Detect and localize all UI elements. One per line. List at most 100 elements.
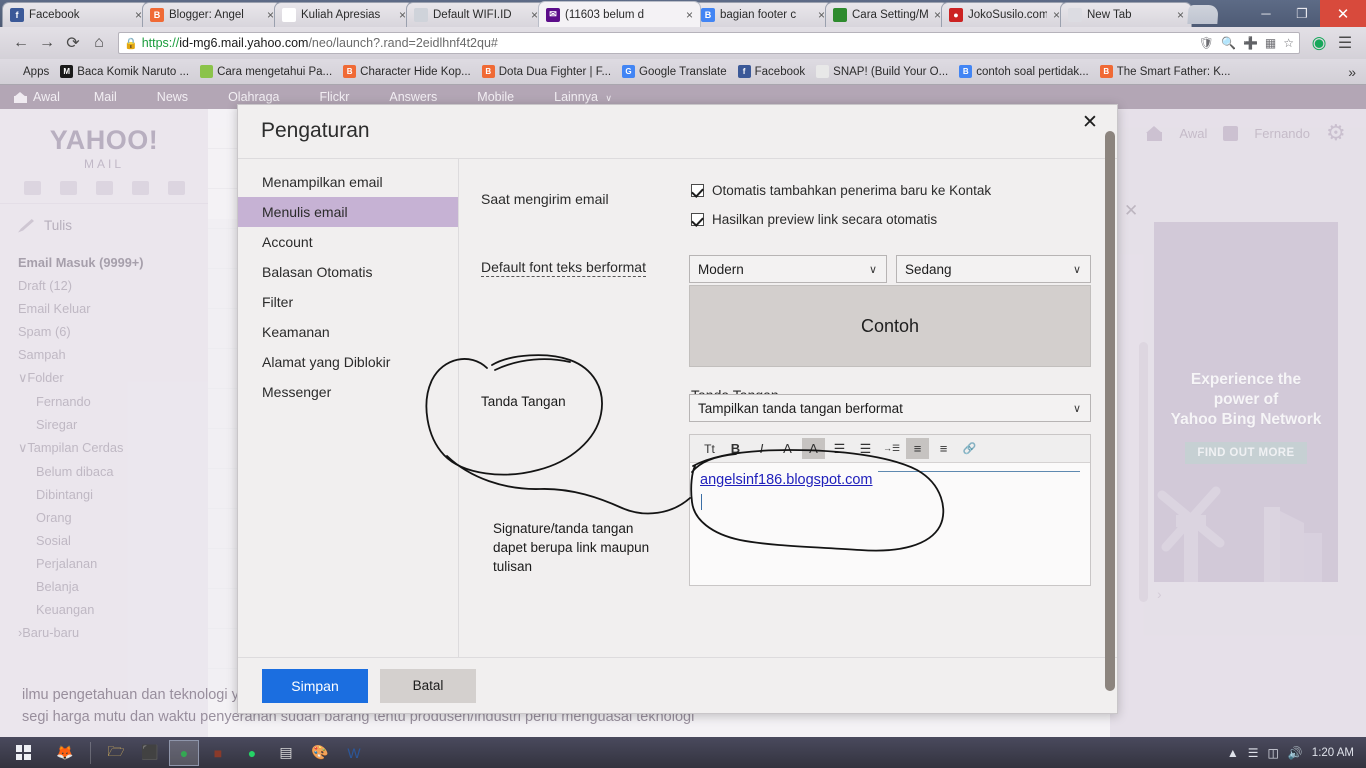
dialog-nav-item[interactable]: Keamanan <box>238 317 458 347</box>
dialog-nav-item[interactable]: Menulis email <box>238 197 458 227</box>
translate-icon[interactable]: ▦ <box>1265 36 1276 50</box>
yahoo-nav-flickr[interactable]: Flickr <box>320 90 350 104</box>
bookmark-item[interactable]: M Baca Komik Naruto ... <box>60 65 189 78</box>
dialog-nav-item[interactable]: Filter <box>238 287 458 317</box>
tray-expand-icon[interactable]: ▲ <box>1227 746 1239 760</box>
browser-tab[interactable]: Default WIFI.ID × <box>406 2 546 27</box>
checkbox-box[interactable] <box>691 213 704 226</box>
bookmark-item[interactable]: f Facebook <box>737 65 805 78</box>
shield-icon[interactable]: 🛡 <box>1199 36 1214 50</box>
plus-circle-icon[interactable]: ➕ <box>1243 36 1258 50</box>
word-icon[interactable]: W <box>339 740 369 766</box>
font-family-select[interactable]: Modern ∨ <box>689 255 887 283</box>
checkbox-link-preview[interactable]: Hasilkan preview link secara otomatis <box>691 212 991 227</box>
bookmark-item[interactable]: B The Smart Father: K... <box>1099 65 1231 78</box>
paint-icon[interactable]: 🎨 <box>305 740 335 766</box>
browser-tab[interactable]: New Tab × <box>1060 2 1192 27</box>
user-bar-home-label[interactable]: Awal <box>1179 126 1207 141</box>
indent-icon[interactable]: →☰ <box>880 438 903 459</box>
browser-tab[interactable]: Bbagian footer c × <box>693 2 833 27</box>
firefox-icon[interactable]: 🦊 <box>50 740 80 766</box>
sidebar-folder-item[interactable]: ›Baru-baru <box>18 621 208 644</box>
sidebar-folder-item[interactable]: Email Keluar <box>18 297 208 320</box>
italic-icon[interactable]: I <box>750 438 773 459</box>
numbered-list-icon[interactable]: ☰ <box>854 438 877 459</box>
ad-cta-button[interactable]: FIND OUT MORE <box>1185 442 1307 464</box>
calendar-icon[interactable] <box>95 181 113 195</box>
media-player-icon[interactable]: ■ <box>203 740 233 766</box>
align-center-icon[interactable]: ≡ <box>932 438 955 459</box>
sidebar-folder-item[interactable]: Orang <box>18 506 208 529</box>
avatar[interactable] <box>1223 125 1239 141</box>
messenger-icon[interactable] <box>131 181 149 195</box>
clock[interactable]: 1:20 AM <box>1312 747 1354 759</box>
close-icon[interactable]: ✕ <box>1079 111 1101 133</box>
dialog-scrollbar[interactable] <box>1105 109 1115 705</box>
signature-mode-select[interactable]: Tampilkan tanda tangan berformat ∨ <box>689 394 1091 422</box>
maximize-button[interactable]: ❐ <box>1284 3 1320 25</box>
new-tab-button[interactable] <box>1187 5 1219 24</box>
bookmark-apps[interactable]: Apps <box>6 65 49 78</box>
bookmark-item[interactable]: G Google Translate <box>622 65 727 78</box>
cancel-button[interactable]: Batal <box>380 668 476 703</box>
bookmark-item[interactable]: Cara mengetahui Pa... <box>200 65 332 78</box>
yahoo-nav-awal[interactable]: Awal <box>14 90 60 104</box>
sidebar-folder-item[interactable]: ∨Tampilan Cerdas <box>18 436 208 460</box>
browser-tab[interactable]: ● JokoSusilo.com × <box>941 2 1068 27</box>
bookmarks-overflow-icon[interactable]: » <box>1348 64 1360 80</box>
dialog-nav-item[interactable]: Account <box>238 227 458 257</box>
sidebar-folder-item[interactable]: Draft (12) <box>18 274 208 297</box>
sidebar-folder-item[interactable]: Perjalanan <box>18 552 208 575</box>
zoom-icon[interactable]: 🔍 <box>1221 36 1236 50</box>
idm-icon[interactable]: ⬛ <box>135 740 165 766</box>
back-icon[interactable]: ← <box>8 30 34 56</box>
bookmark-item[interactable]: Bcontoh soal pertidak... <box>959 65 1089 78</box>
sidebar-folder-item[interactable]: Sosial <box>18 529 208 552</box>
sidebar-folder-item[interactable]: Email Masuk (9999+) <box>18 251 208 274</box>
address-bar[interactable]: 🔒 https://id-mg6.mail.yahoo.com/neo/laun… <box>118 32 1300 54</box>
menu-icon[interactable]: ☰ <box>1332 30 1358 56</box>
battery-icon[interactable]: ◫ <box>1268 746 1279 760</box>
user-name-label[interactable]: Fernando <box>1254 126 1310 141</box>
tab-close-icon[interactable]: × <box>683 8 696 22</box>
highlight-color-icon[interactable]: A <box>802 438 825 459</box>
checkbox-add-recipients[interactable]: Otomatis tambahkan penerima baru ke Kont… <box>691 183 991 198</box>
yahoo-nav-mobile[interactable]: Mobile <box>477 90 514 104</box>
dialog-nav-item[interactable]: Messenger <box>238 377 458 407</box>
chrome-icon[interactable]: ● <box>169 739 199 766</box>
font-size-select[interactable]: Sedang ∨ <box>896 255 1091 283</box>
sidebar-folder-item[interactable]: Keuangan <box>18 598 208 621</box>
mobile-icon[interactable] <box>167 181 185 195</box>
sidebar-folder-item[interactable]: Fernando <box>18 390 208 413</box>
ad-creative[interactable]: Experience the power of Yahoo Bing Netwo… <box>1154 222 1338 582</box>
bulleted-list-icon[interactable]: ☰ <box>828 438 851 459</box>
signature-link[interactable]: angelsinf186.blogspot.com <box>700 472 873 488</box>
browser-tab[interactable]: Cara Setting/M × <box>825 2 949 27</box>
sidebar-folder-item[interactable]: Spam (6) <box>18 320 208 343</box>
dialog-nav-item[interactable]: Balasan Otomatis <box>238 257 458 287</box>
forward-icon[interactable]: → <box>34 30 60 56</box>
ad-close-icon[interactable]: ✕ <box>1124 201 1138 221</box>
sidebar-folder-item[interactable]: Sampah <box>18 343 208 366</box>
bookmark-item[interactable]: B Character Hide Kop... <box>343 65 471 78</box>
sidebar-folder-item[interactable]: ∨Folder <box>18 366 208 390</box>
home-icon[interactable]: ⌂ <box>86 30 112 56</box>
sidebar-folder-item[interactable]: Belanja <box>18 575 208 598</box>
font-size-icon[interactable]: Tt <box>698 438 721 459</box>
browser-tab[interactable]: ✉ (11603 belum d × <box>538 1 701 27</box>
browser-tab[interactable]: Kuliah Apresias × <box>274 2 414 27</box>
file-explorer-icon[interactable]: 🗁 <box>101 740 131 766</box>
save-button[interactable]: Simpan <box>262 668 368 703</box>
notepad-icon[interactable]: ▤ <box>271 740 301 766</box>
contacts-icon[interactable] <box>59 181 77 195</box>
browser-tab[interactable]: f Facebook × <box>2 2 150 27</box>
chevron-icon[interactable]: ∨ <box>18 370 27 385</box>
dialog-nav-item[interactable]: Menampilkan email <box>238 167 458 197</box>
dialog-nav-item[interactable]: Alamat yang Diblokir <box>238 347 458 377</box>
browser-tab[interactable]: B Blogger: Angel × <box>142 2 282 27</box>
chevron-icon[interactable]: ∨ <box>18 440 27 455</box>
insert-link-icon[interactable]: 🔗 <box>958 438 981 459</box>
profile-icon[interactable]: ◉ <box>1306 30 1332 56</box>
home-icon[interactable] <box>1146 125 1163 141</box>
dialog-scrollbar-thumb[interactable] <box>1105 131 1115 691</box>
